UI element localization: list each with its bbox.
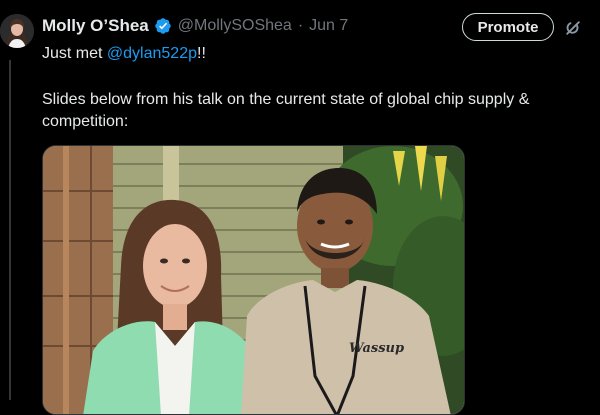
mention-link[interactable]: @dylan522p xyxy=(107,45,197,62)
tweet-text-line1: Just met @dylan522p!! xyxy=(42,43,206,65)
author-handle[interactable]: @MollySOShea xyxy=(178,17,292,35)
meta-separator: · xyxy=(297,17,304,34)
tweet-date[interactable]: Jun 7 xyxy=(309,17,348,35)
photo-image: Wassup xyxy=(43,146,464,414)
tweet-header: Molly O’Shea @MollySOShea · Jun 7 xyxy=(42,14,348,38)
avatar-photo xyxy=(0,14,34,48)
avatar[interactable] xyxy=(0,14,34,48)
text-prefix: Just met xyxy=(42,45,107,62)
grok-icon[interactable] xyxy=(563,18,583,38)
tweet-body: Slides below from his talk on the curren… xyxy=(42,91,530,130)
tweet-photo[interactable]: Wassup xyxy=(42,145,465,415)
thread-line xyxy=(9,60,11,400)
promote-button[interactable]: Promote xyxy=(462,13,554,41)
author-name[interactable]: Molly O’Shea xyxy=(42,16,149,36)
shirt-text: Wassup xyxy=(349,341,404,356)
text-suffix: !! xyxy=(197,45,206,62)
verified-badge-icon[interactable] xyxy=(154,17,172,35)
